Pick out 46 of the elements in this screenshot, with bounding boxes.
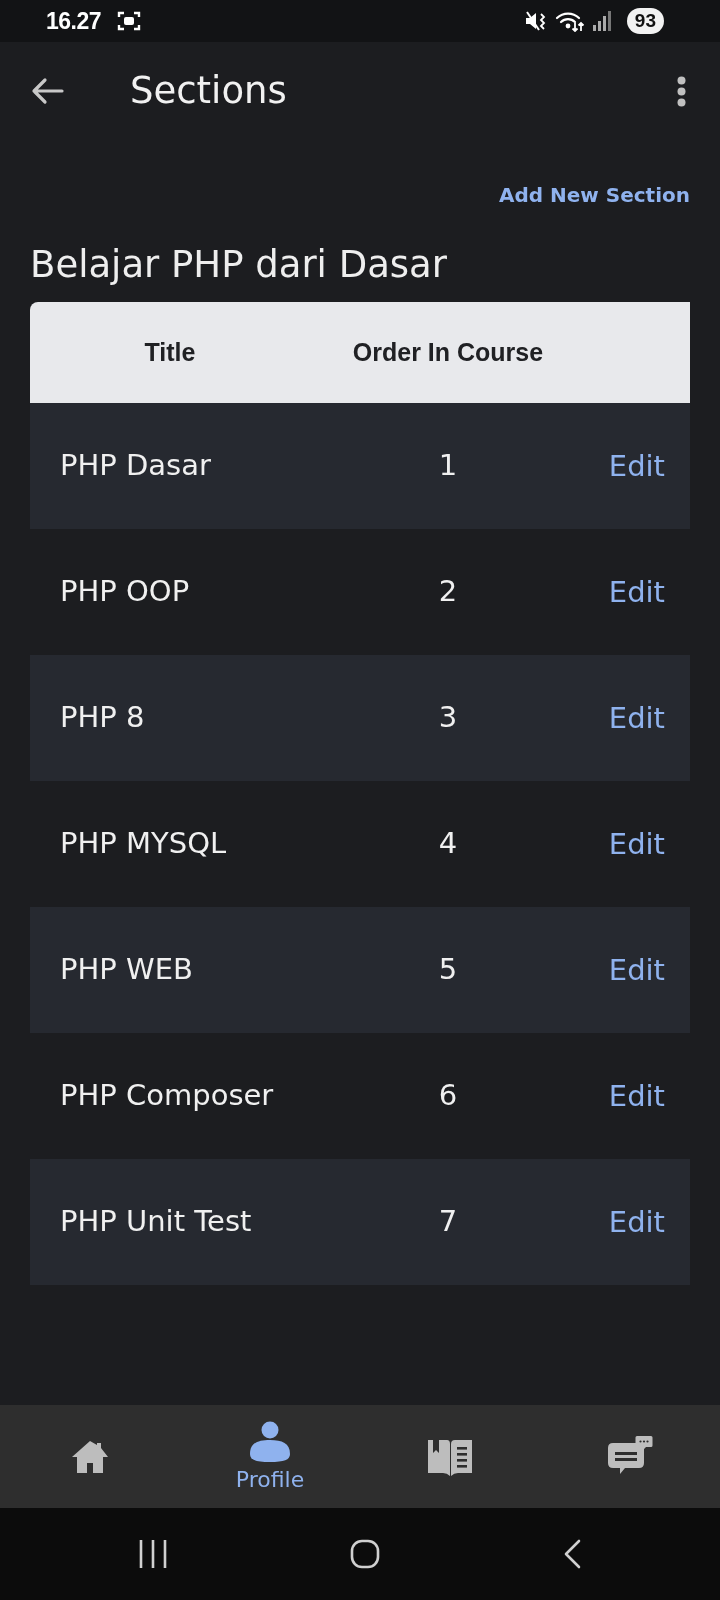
edit-link[interactable]: Edit — [608, 448, 665, 484]
recent-apps-button[interactable] — [139, 1539, 168, 1569]
home-outline-icon — [350, 1539, 380, 1569]
table-cell-text: PHP 8 — [59, 699, 145, 737]
edit-link[interactable]: Edit — [608, 574, 665, 610]
edit-link[interactable]: Edit — [608, 952, 665, 988]
table-cell-text: 7 — [438, 1203, 458, 1241]
table-cell-text: PHP Dasar — [59, 447, 211, 485]
screenshot-icon — [117, 10, 142, 32]
signal-bars-icon — [592, 10, 611, 32]
edit-link[interactable]: Edit — [608, 826, 665, 862]
recent-apps-icon — [139, 1539, 168, 1569]
edit-link[interactable]: Edit — [608, 700, 665, 736]
battery-level-badge: 93 — [626, 8, 664, 34]
back-chevron-icon — [562, 1539, 581, 1569]
column-header: Order In Course — [352, 336, 544, 368]
course-title: Belajar PHP dari Dasar — [30, 242, 448, 288]
table-cell-text: 3 — [438, 699, 458, 737]
person-icon — [247, 1420, 293, 1463]
column-header: Title — [144, 336, 196, 368]
status-time: 16.27 — [46, 6, 102, 36]
muted-speaker-icon — [524, 10, 547, 32]
back-button[interactable] — [30, 77, 64, 105]
more-options-button[interactable] — [677, 75, 686, 107]
home-tab[interactable] — [71, 1439, 109, 1474]
table-cell-text: 5 — [438, 951, 458, 989]
table-cell-text: PHP Composer — [59, 1077, 274, 1115]
table-cell-text: 1 — [438, 447, 458, 485]
add-section-link[interactable]: Add New Section — [498, 182, 690, 208]
home-button[interactable] — [350, 1539, 380, 1569]
back-arrow-icon — [30, 77, 64, 105]
table-cell-text: PHP MYSQL — [59, 825, 227, 863]
wifi-icon — [554, 10, 585, 32]
edit-link[interactable]: Edit — [608, 1078, 665, 1114]
table-cell-text: 4 — [438, 825, 458, 863]
profile-tab[interactable]: Profile — [235, 1420, 305, 1493]
table-cell-text: 6 — [438, 1077, 458, 1115]
edit-link[interactable]: Edit — [608, 1204, 665, 1240]
screen-title: Sections — [130, 69, 287, 113]
table-cell-text: PHP WEB — [59, 951, 193, 989]
home-icon — [71, 1439, 109, 1474]
table-cell-text: PHP OOP — [59, 573, 190, 611]
table-cell-text: 2 — [438, 573, 458, 611]
more-vertical-icon — [677, 75, 686, 107]
back-system-button[interactable] — [562, 1539, 581, 1569]
table-cell-text: PHP Unit Test — [59, 1203, 252, 1241]
